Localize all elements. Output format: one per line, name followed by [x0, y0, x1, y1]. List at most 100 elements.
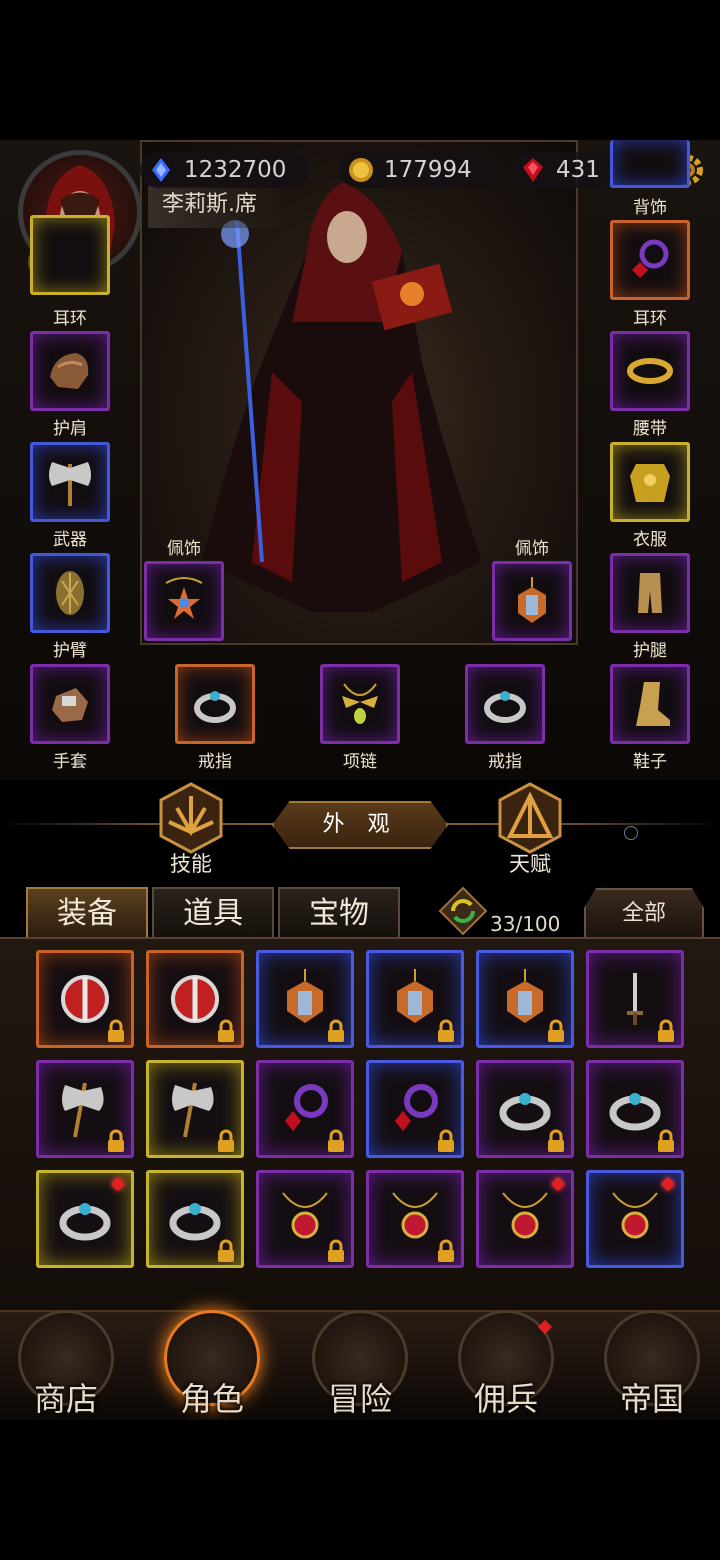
lock-icon — [658, 1019, 674, 1042]
equip-slot-ring-left[interactable] — [175, 664, 255, 744]
chest-armor-icon — [630, 464, 670, 502]
lock-icon — [438, 1239, 454, 1262]
tab-treasure[interactable]: 宝物 — [278, 887, 400, 939]
lock-icon — [218, 1129, 234, 1152]
nav-empire[interactable]: 帝国 — [592, 1310, 712, 1418]
nav-adventure[interactable]: 冒险 — [300, 1310, 420, 1418]
mana-crystal-icon — [152, 158, 170, 182]
equip-slot-accessory-left[interactable] — [144, 561, 224, 641]
nav-character[interactable]: 角色 — [152, 1310, 272, 1418]
lock-icon — [548, 1129, 564, 1152]
slot-label: 鞋子 — [633, 752, 667, 772]
inventory-item[interactable] — [146, 1170, 244, 1268]
gold-currency: 177994 — [340, 152, 490, 188]
red-gem-icon — [523, 158, 543, 182]
equip-slot-earring-right[interactable] — [610, 220, 690, 300]
gold-value: 177994 — [384, 157, 472, 183]
inventory-item[interactable] — [366, 1060, 464, 1158]
ring-icon — [59, 1203, 111, 1241]
filter-all-button[interactable]: 全部 — [584, 888, 704, 938]
equip-slot-necklace[interactable] — [320, 664, 400, 744]
equip-slot-gloves[interactable] — [30, 664, 110, 744]
slot-label: 背饰 — [633, 198, 667, 218]
equip-slot-belt[interactable] — [610, 331, 690, 411]
inventory-item[interactable] — [146, 1060, 244, 1158]
inventory-item[interactable] — [366, 1170, 464, 1268]
inventory-item[interactable] — [476, 1060, 574, 1158]
appearance-button[interactable]: 外 观 — [272, 801, 448, 849]
inventory-count: 33/100 — [490, 912, 561, 936]
equip-slot-earring-left[interactable] — [30, 215, 110, 295]
inventory-item[interactable] — [256, 1060, 354, 1158]
mana-currency: 1232700 — [140, 152, 310, 188]
equip-slot-bracer[interactable] — [30, 553, 110, 633]
lock-icon — [108, 1129, 124, 1152]
nav-mercenary[interactable]: 佣兵 — [446, 1310, 566, 1418]
nav-shop[interactable]: 商店 — [6, 1310, 126, 1418]
lock-icon — [438, 1019, 454, 1042]
inventory-item[interactable] — [586, 950, 684, 1048]
skills-emblem-icon[interactable] — [155, 782, 227, 854]
equip-slot-boots[interactable] — [610, 664, 690, 744]
skills-button[interactable]: 技能 — [131, 848, 251, 878]
inventory-item[interactable] — [476, 950, 574, 1048]
inventory-item[interactable] — [36, 950, 134, 1048]
star-pendant-icon — [165, 577, 203, 619]
nav-shop-label: 商店 — [33, 1380, 98, 1418]
slot-label: 手套 — [53, 752, 87, 772]
inventory-item[interactable] — [586, 1060, 684, 1158]
winged-necklace-icon — [342, 683, 378, 724]
equip-slot-weapon[interactable] — [30, 442, 110, 522]
slot-label: 护腿 — [633, 641, 667, 661]
talent-emblem-icon[interactable] — [494, 782, 566, 854]
gold-coin-icon — [349, 158, 373, 182]
equip-slot-shoulder[interactable] — [30, 331, 110, 411]
gem-value: 431 — [556, 157, 600, 183]
slot-label: 项链 — [343, 752, 377, 772]
lock-icon — [218, 1019, 234, 1042]
lock-icon — [218, 1239, 234, 1262]
nav-mercenary-label: 佣兵 — [473, 1380, 538, 1418]
lock-icon — [328, 1019, 344, 1042]
slot-label: 护肩 — [53, 419, 87, 439]
earring-icon — [632, 239, 669, 278]
nav-empire-label: 帝国 — [619, 1380, 684, 1418]
slot-label: 耳环 — [633, 309, 667, 329]
lock-icon — [548, 1019, 564, 1042]
inventory-item[interactable] — [146, 950, 244, 1048]
nav-character-label: 角色 — [179, 1380, 244, 1418]
talent-button[interactable]: 天赋 — [470, 848, 590, 878]
equip-slot-ring-right[interactable] — [465, 664, 545, 744]
sort-refresh-icon[interactable] — [438, 886, 488, 936]
inventory-item[interactable] — [586, 1170, 684, 1268]
equip-slot-armor[interactable] — [610, 442, 690, 522]
necklace-icon — [612, 1192, 658, 1239]
lock-icon — [328, 1129, 344, 1152]
tab-equipment[interactable]: 装备 — [26, 887, 148, 939]
slot-label: 佩饰 — [515, 539, 549, 559]
slot-label: 腰带 — [633, 419, 667, 439]
inventory-item[interactable] — [256, 950, 354, 1048]
lock-icon — [108, 1019, 124, 1042]
bracer-icon — [56, 571, 84, 615]
slot-label: 衣服 — [633, 530, 667, 550]
info-dot-icon — [624, 826, 638, 840]
slot-label: 武器 — [53, 530, 87, 550]
inventory-item[interactable] — [366, 950, 464, 1048]
slot-label: 戒指 — [198, 752, 232, 772]
inventory-item[interactable] — [36, 1170, 134, 1268]
bottom-black-band — [0, 1420, 720, 1560]
inventory-item[interactable] — [476, 1170, 574, 1268]
equip-slot-back[interactable] — [610, 140, 690, 188]
inventory-item[interactable] — [36, 1060, 134, 1158]
equip-slot-accessory-right[interactable] — [492, 561, 572, 641]
amulet-icon — [518, 577, 546, 623]
tab-items[interactable]: 道具 — [152, 887, 274, 939]
equip-slot-leggings[interactable] — [610, 553, 690, 633]
necklace-icon — [502, 1192, 548, 1239]
nav-adventure-label: 冒险 — [327, 1380, 392, 1418]
lock-icon — [328, 1239, 344, 1262]
top-black-band — [0, 0, 720, 140]
inventory-item[interactable] — [256, 1170, 354, 1268]
slot-label: 佩饰 — [167, 539, 201, 559]
